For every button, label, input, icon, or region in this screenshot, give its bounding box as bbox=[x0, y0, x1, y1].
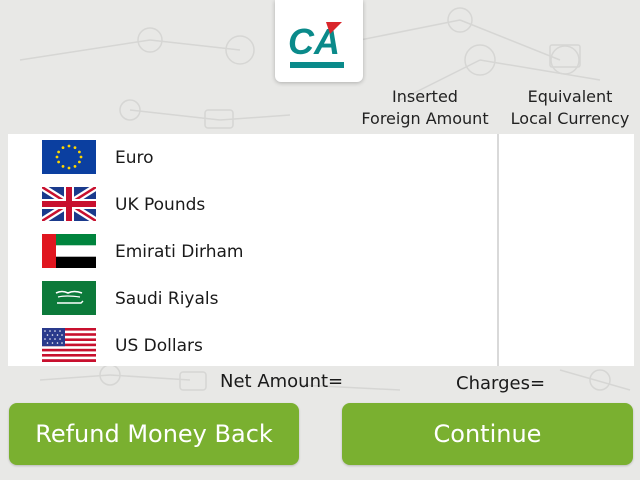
inserted-amount-heading: Inserted Foreign Amount bbox=[350, 86, 500, 130]
equivalent-heading-line2: Local Currency bbox=[510, 109, 630, 128]
currency-name: Euro bbox=[115, 148, 154, 168]
uae-flag-icon bbox=[42, 234, 96, 268]
inserted-heading-line1: Inserted bbox=[392, 87, 458, 106]
saudi-flag-icon bbox=[42, 281, 96, 315]
currency-row-uk-pounds[interactable]: UK Pounds bbox=[8, 184, 488, 231]
column-divider bbox=[497, 134, 499, 366]
equivalent-currency-heading: Equivalent Local Currency bbox=[500, 86, 640, 130]
currency-row-euro[interactable]: Euro bbox=[8, 137, 488, 184]
uk-flag-icon bbox=[42, 187, 96, 221]
charges-label: Charges= bbox=[456, 373, 546, 394]
net-amount-label: Net Amount= bbox=[220, 371, 344, 392]
currency-name: UK Pounds bbox=[115, 195, 206, 215]
currency-row-us-dollars[interactable]: US Dollars bbox=[8, 325, 488, 372]
us-flag-icon bbox=[42, 328, 96, 362]
logo-tab: CA bbox=[275, 0, 363, 82]
equivalent-heading-line1: Equivalent bbox=[527, 87, 613, 106]
currency-row-saudi-riyals[interactable]: Saudi Riyals bbox=[8, 278, 488, 325]
bank-logo-icon: CA bbox=[288, 21, 344, 68]
currency-name: US Dollars bbox=[115, 336, 203, 356]
eu-flag-icon bbox=[42, 140, 96, 174]
refund-money-back-button[interactable]: Refund Money Back bbox=[9, 403, 299, 465]
currency-name: Emirati Dirham bbox=[115, 242, 244, 262]
currency-row-emirati-dirham[interactable]: Emirati Dirham bbox=[8, 231, 488, 278]
inserted-heading-line2: Foreign Amount bbox=[361, 109, 489, 128]
currency-panel: Euro UK Pounds Emirati Dirham Saudi Riya… bbox=[8, 134, 634, 366]
currency-name: Saudi Riyals bbox=[115, 289, 219, 309]
continue-button[interactable]: Continue bbox=[342, 403, 633, 465]
